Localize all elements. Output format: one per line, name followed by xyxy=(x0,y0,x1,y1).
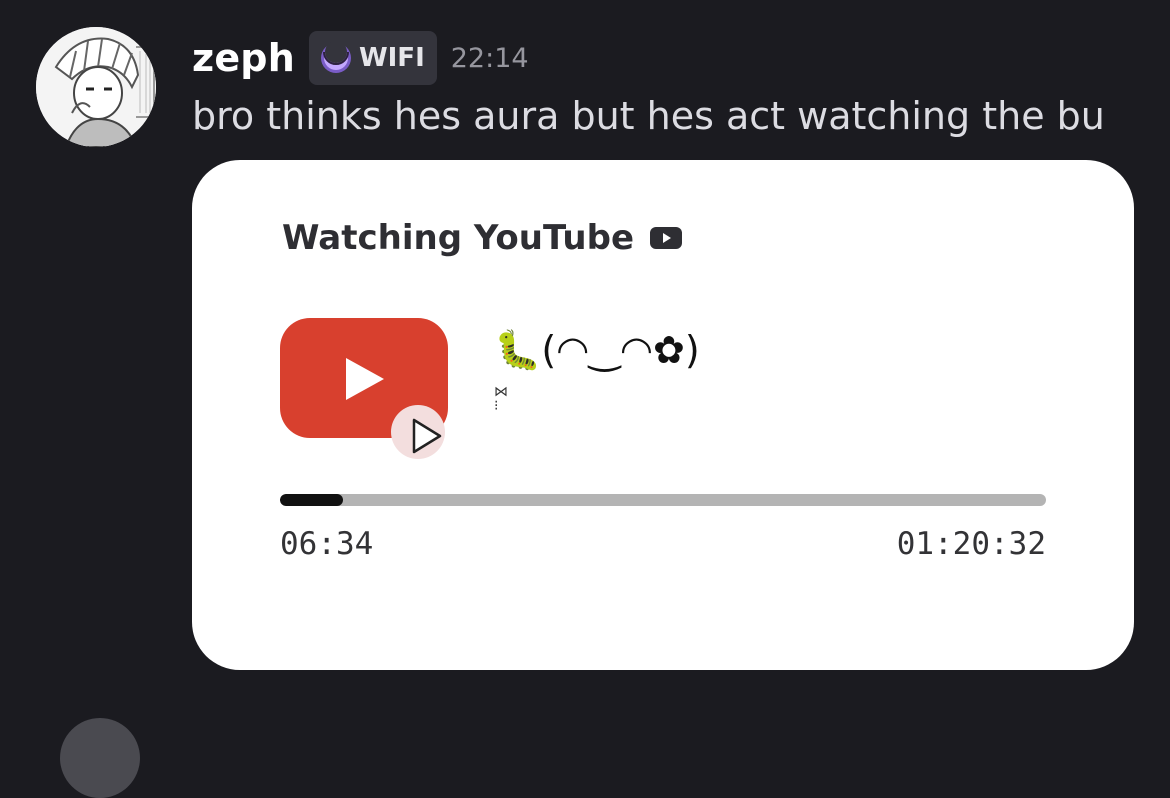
message-header: zeph WIFI 22:14 xyxy=(192,30,529,86)
youtube-icon xyxy=(650,227,683,249)
user-avatar[interactable] xyxy=(36,27,156,147)
timestamp: 22:14 xyxy=(450,42,529,74)
message-content: bro thinks hes aura but hes act watching… xyxy=(192,94,1105,138)
server-tag[interactable]: WIFI xyxy=(308,31,437,85)
activity-title-text: Watching YouTube xyxy=(282,218,635,258)
play-icon xyxy=(391,405,445,459)
avatar-image xyxy=(36,27,156,147)
activity-title: Watching YouTube xyxy=(282,218,683,258)
elapsed-time: 06:34 xyxy=(280,526,374,562)
username[interactable]: zeph xyxy=(192,36,295,80)
moon-badge-icon xyxy=(320,41,351,73)
video-title-glyphs: ⋈ ⁝ xyxy=(494,384,508,414)
activity-card[interactable]: Watching YouTube 🐛(◠‿◠✿) ⋈ ⁝ 06:34 01:20… xyxy=(192,160,1134,670)
total-time: 01:20:32 xyxy=(896,526,1046,562)
chat-message: zeph WIFI 22:14 bro thinks hes aura but … xyxy=(0,0,1170,798)
server-tag-label: WIFI xyxy=(358,43,425,73)
video-title: 🐛(◠‿◠✿) xyxy=(494,328,700,372)
progress-bar[interactable] xyxy=(280,494,1046,506)
progress-fill xyxy=(280,494,343,506)
next-message-avatar[interactable] xyxy=(60,718,140,798)
